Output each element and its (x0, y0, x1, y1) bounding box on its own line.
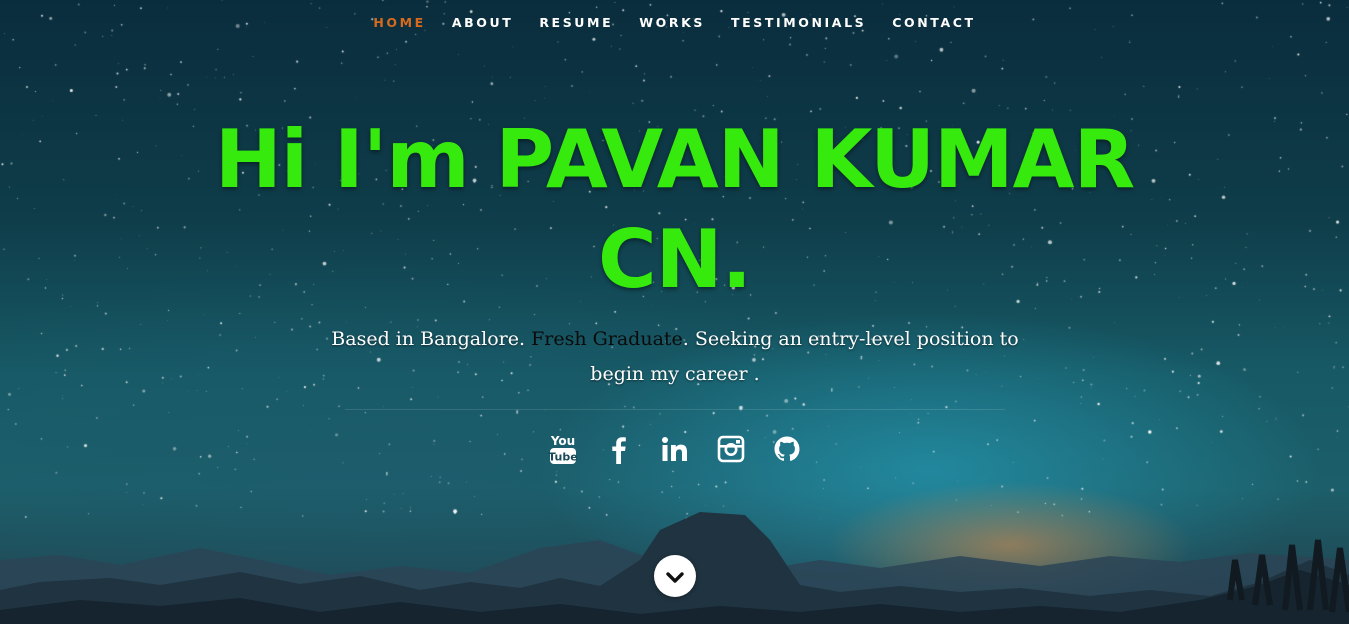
instagram-link[interactable] (703, 430, 759, 470)
nav-home-link[interactable]: HOME (373, 14, 425, 32)
hero-divider (345, 409, 1005, 410)
instagram-icon (717, 435, 744, 463)
facebook-link[interactable] (591, 430, 647, 470)
github-link[interactable] (759, 430, 815, 470)
main-nav: HOME ABOUT RESUME WORKS TESTIMONIALS CON… (0, 14, 1349, 32)
svg-text:You: You (549, 434, 574, 448)
hero-background (0, 0, 1349, 626)
github-icon (774, 436, 799, 461)
tagline-highlight: Fresh Graduate (531, 328, 683, 350)
hero-tagline: Based in Bangalore. Fresh Graduate. Seek… (310, 322, 1040, 392)
tagline-text: Based in Bangalore. (331, 328, 532, 350)
nav-works-link[interactable]: WORKS (639, 14, 705, 32)
chevron-down-icon (666, 572, 684, 583)
youtube-icon: You Tube (548, 434, 577, 464)
scroll-down-button[interactable] (654, 555, 696, 597)
social-links: You Tube (0, 430, 1349, 470)
facebook-icon (611, 437, 626, 464)
linkedin-icon (661, 437, 687, 461)
nav-testimonials-link[interactable]: TESTIMONIALS (731, 14, 866, 32)
youtube-link[interactable]: You Tube (535, 430, 591, 470)
nav-about-link[interactable]: ABOUT (452, 14, 514, 32)
hero-headline: Hi I'm PAVAN KUMAR CN. (214, 113, 1135, 306)
nav-resume-link[interactable]: RESUME (539, 14, 613, 32)
nav-contact-link[interactable]: CONTACT (892, 14, 975, 32)
linkedin-link[interactable] (647, 430, 703, 470)
svg-text:Tube: Tube (548, 451, 577, 464)
mountain-silhouette (0, 512, 1349, 626)
